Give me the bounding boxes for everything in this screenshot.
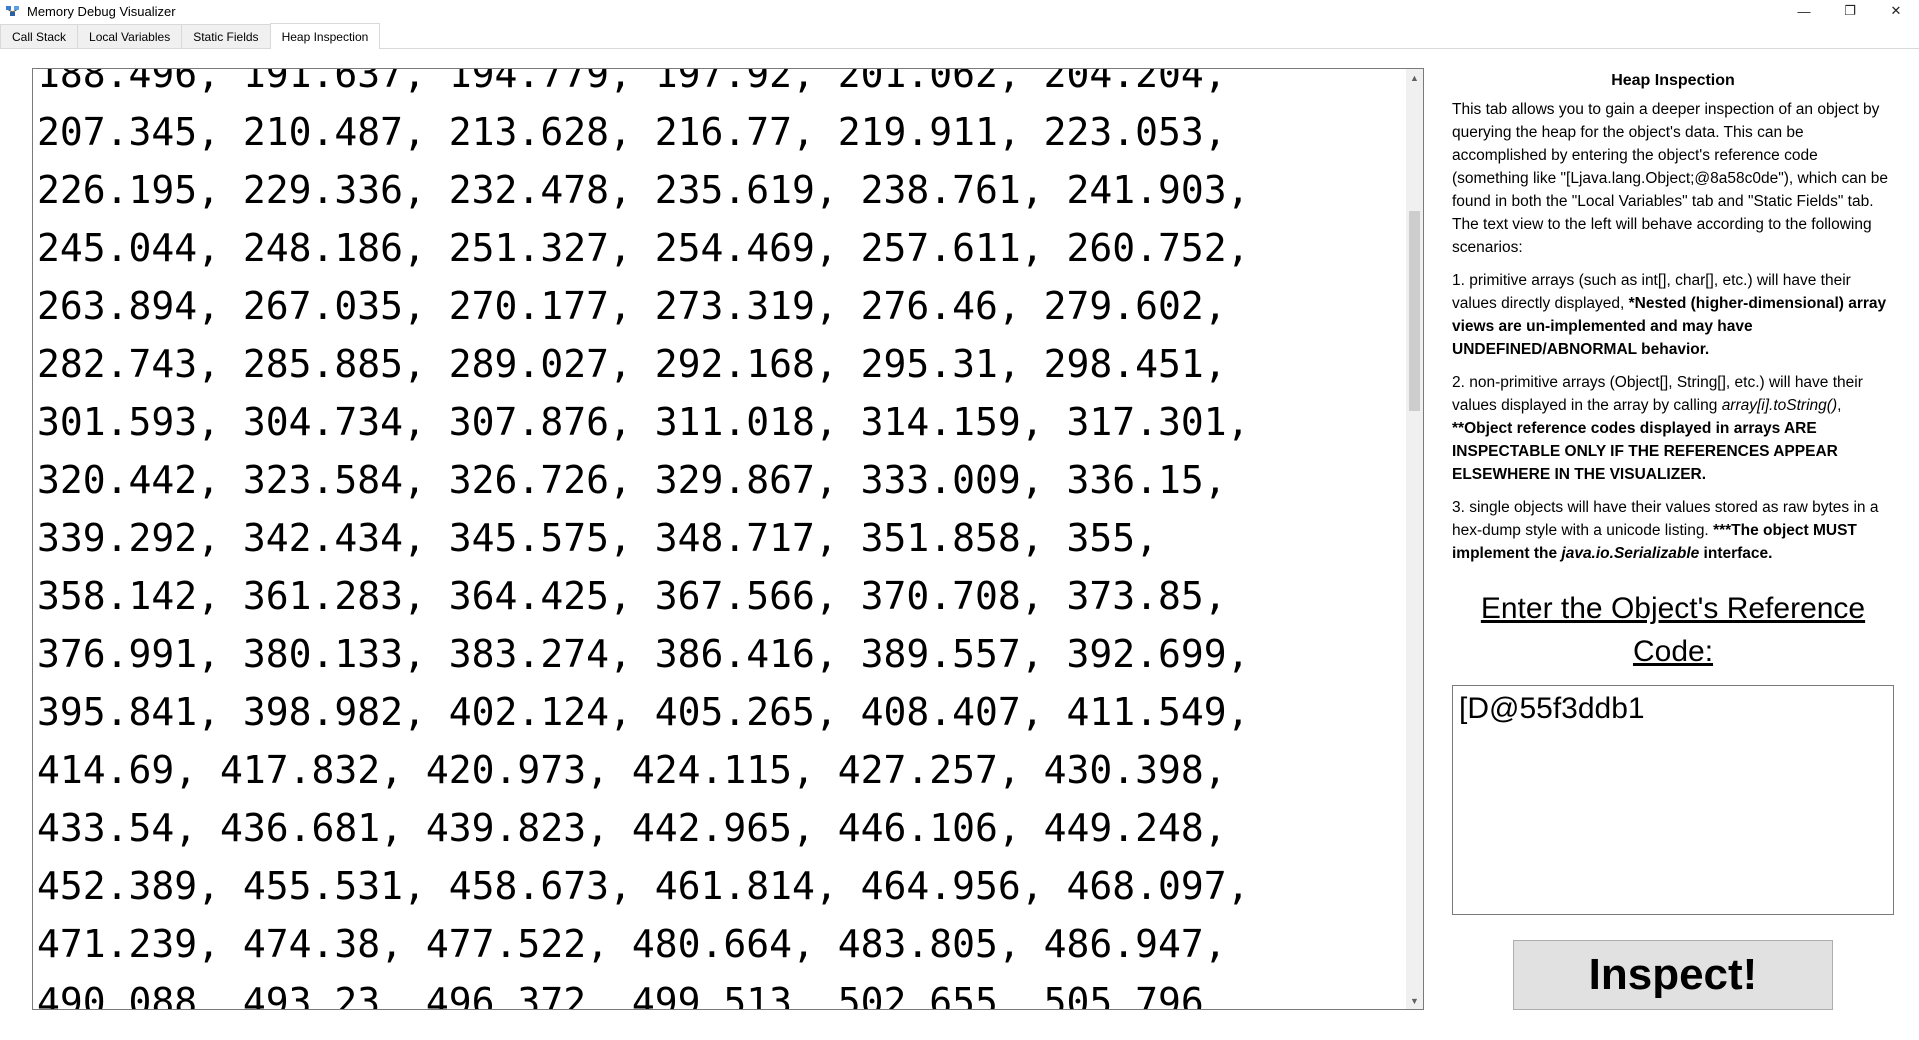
tab-static-fields[interactable]: Static Fields bbox=[181, 24, 271, 48]
output-line: 226.195, 229.336, 232.478, 235.619, 238.… bbox=[37, 168, 1250, 212]
output-line: 301.593, 304.734, 307.876, 311.018, 314.… bbox=[37, 400, 1250, 444]
scenario-2-paragraph: 2. non-primitive arrays (Object[], Strin… bbox=[1452, 374, 1863, 483]
panel-title: Heap Inspection bbox=[1611, 72, 1735, 89]
output-line: 414.69, 417.832, 420.973, 424.115, 427.2… bbox=[37, 748, 1227, 792]
output-line: 471.239, 474.38, 477.522, 480.664, 483.8… bbox=[37, 922, 1227, 966]
app-icon bbox=[5, 3, 21, 19]
maximize-button[interactable]: ❐ bbox=[1827, 0, 1873, 22]
tab-call-stack[interactable]: Call Stack bbox=[0, 24, 79, 48]
reference-code-input[interactable] bbox=[1452, 685, 1894, 915]
scroll-down-icon[interactable]: ▼ bbox=[1406, 992, 1423, 1009]
vertical-scrollbar[interactable]: ▲ ▼ bbox=[1406, 69, 1423, 1009]
output-line: 358.142, 361.283, 364.425, 367.566, 370.… bbox=[37, 574, 1227, 618]
output-line: 320.442, 323.584, 326.726, 329.867, 333.… bbox=[37, 458, 1227, 502]
output-line: 207.345, 210.487, 213.628, 216.77, 219.9… bbox=[37, 110, 1227, 154]
reference-code-label: Enter the Object's Reference Code: bbox=[1480, 592, 1866, 668]
output-line: 395.841, 398.982, 402.124, 405.265, 408.… bbox=[37, 690, 1250, 734]
tab-local-variables[interactable]: Local Variables bbox=[77, 24, 183, 48]
output-line: 452.389, 455.531, 458.673, 461.814, 464.… bbox=[37, 864, 1250, 908]
tab-bar: Call Stack Local Variables Static Fields… bbox=[0, 22, 1919, 49]
scroll-thumb[interactable] bbox=[1409, 211, 1420, 411]
scenario-3-paragraph: 3. single objects will have their values… bbox=[1452, 499, 1879, 562]
window-title: Memory Debug Visualizer bbox=[27, 3, 176, 19]
output-line: 376.991, 380.133, 383.274, 386.416, 389.… bbox=[37, 632, 1250, 676]
output-line: 245.044, 248.186, 251.327, 254.469, 257.… bbox=[37, 226, 1250, 270]
tab-heap-inspection[interactable]: Heap Inspection bbox=[269, 23, 381, 49]
heap-output-text: 188.496, 191.637, 194.779, 197.92, 201.0… bbox=[37, 68, 1397, 1010]
close-button[interactable]: ✕ bbox=[1873, 0, 1919, 22]
inspect-button[interactable]: Inspect! bbox=[1513, 940, 1833, 1010]
heap-output-textview[interactable]: 188.496, 191.637, 194.779, 197.92, 201.0… bbox=[32, 68, 1424, 1010]
minimize-button[interactable]: — bbox=[1781, 0, 1827, 22]
output-line: 433.54, 436.681, 439.823, 442.965, 446.1… bbox=[37, 806, 1227, 850]
output-line: 188.496, 191.637, 194.779, 197.92, 201.0… bbox=[37, 68, 1227, 96]
output-line: 263.894, 267.035, 270.177, 273.319, 276.… bbox=[37, 284, 1227, 328]
app-window: Memory Debug Visualizer — ❐ ✕ Call Stack… bbox=[0, 0, 1919, 1040]
title-bar: Memory Debug Visualizer — ❐ ✕ bbox=[0, 0, 1919, 22]
output-line: 490.088, 493.23, 496.372, 499.513, 502.6… bbox=[37, 980, 1227, 1010]
info-panel: Heap Inspection This tab allows you to g… bbox=[1452, 68, 1894, 1010]
intro-paragraph: This tab allows you to gain a deeper ins… bbox=[1452, 101, 1889, 256]
scroll-up-icon[interactable]: ▲ bbox=[1406, 69, 1423, 86]
scenario-1-paragraph: 1. primitive arrays (such as int[], char… bbox=[1452, 272, 1887, 358]
output-line: 282.743, 285.885, 289.027, 292.168, 295.… bbox=[37, 342, 1227, 386]
window-controls: — ❐ ✕ bbox=[1781, 0, 1919, 22]
output-line: 339.292, 342.434, 345.575, 348.717, 351.… bbox=[37, 516, 1159, 560]
